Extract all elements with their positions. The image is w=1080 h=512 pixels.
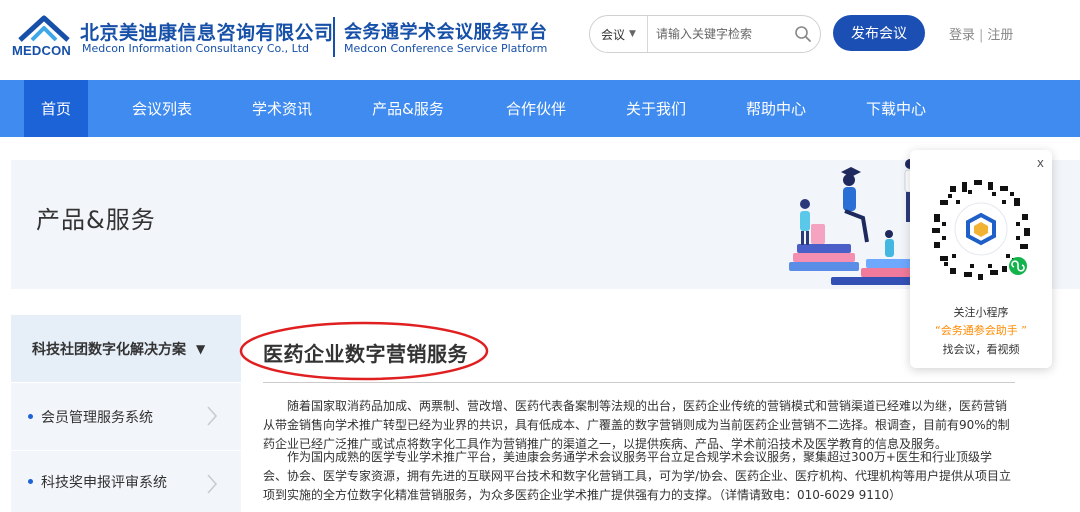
company-name-en: Medcon Information Consultancy Co., Ltd [82,42,310,55]
sidebar-item-award-review[interactable]: 科技奖申报评审系统 [11,451,241,512]
nav-item-about-us[interactable]: 关于我们 [615,80,697,137]
sidebar-item-label: 会员管理服务系统 [41,409,153,426]
sidebar-item-member-management[interactable]: 会员管理服务系统 [11,383,241,450]
search-input[interactable] [656,25,776,43]
nav-item-conference-list[interactable]: 会议列表 [121,80,203,137]
qr-caption-assistant: “会务通参会助手 ” [935,324,1027,337]
title-divider [263,382,1015,383]
sidebar: 科技社团数字化解决方案 ▼ 会员管理服务系统 科技奖申报评审系统 [11,315,241,512]
header-divider [333,17,335,57]
logo-mark-icon [18,15,70,42]
triangle-down-icon: ▼ [196,341,206,356]
nav-item-download-center[interactable]: 下载中心 [855,80,937,137]
nav-item-academic-news[interactable]: 学术资讯 [241,80,323,137]
bullet-dot-icon [28,479,33,484]
register-link[interactable]: 注册 [987,28,1013,43]
qr-caption-slogan: 找会议，看视频 [942,343,1020,356]
nav-item-help-center[interactable]: 帮助中心 [735,80,817,137]
search-category-label: 会议 [601,27,626,42]
nav-item-home[interactable]: 首页 [24,80,88,137]
sidebar-category-header[interactable]: 科技社团数字化解决方案 ▼ [11,315,241,382]
chevron-right-icon [207,474,218,494]
close-icon[interactable]: x [1037,156,1044,170]
medcon-logo[interactable]: MEDCON [12,14,74,58]
sidebar-item-label: 科技奖申报评审系统 [41,474,167,491]
search-box: 会议 ▼ [589,15,821,53]
search-icon[interactable] [794,25,812,43]
platform-name-en: Medcon Conference Service Platform [344,42,548,55]
company-name-cn: 北京美迪康信息咨询有限公司 [80,22,334,44]
caret-down-icon: ▼ [629,29,636,39]
login-link[interactable]: 登录 [949,28,975,43]
platform-paragraph: 作为国内成熟的医学专业学术推广平台，美迪康会务通学术会议服务平台立足合规学术会议… [263,450,1012,502]
publish-conference-button[interactable]: 发布会议 [833,15,925,51]
qr-caption-follow: 关注小程序 [953,306,1009,319]
mini-program-qr-code [924,172,1038,286]
intro-paragraph: 随着国家取消药品加成、两票制、营改增、医药代表备案制等法规的出台，医药企业传统的… [263,399,1010,451]
main-nav: 首页 会议列表 学术资讯 产品&服务 合作伙伴 关于我们 帮助中心 下载中心 [0,80,1080,137]
nav-item-products-services[interactable]: 产品&服务 [356,80,460,137]
platform-name-cn: 会务通学术会议服务平台 [344,22,548,43]
page-title: 医药企业数字营销服务 [263,342,468,366]
search-category-select[interactable]: 会议 ▼ [590,16,648,52]
nav-item-partners[interactable]: 合作伙伴 [495,80,577,137]
login-links: 登录 | 注册 [949,24,1013,43]
banner-title: 产品&服务 [36,206,156,234]
sidebar-category-label: 科技社团数字化解决方案 [32,341,186,358]
site-header: MEDCON 北京美迪康信息咨询有限公司 Medcon Information … [0,0,1080,80]
chevron-right-icon [207,406,218,426]
login-separator: | [979,28,984,43]
bullet-dot-icon [28,414,33,419]
logo-text: MEDCON [12,43,71,58]
mini-program-qr-popup: x 关注小程序 “会务通参会助手 ” 找会议，看视频 [910,150,1052,368]
